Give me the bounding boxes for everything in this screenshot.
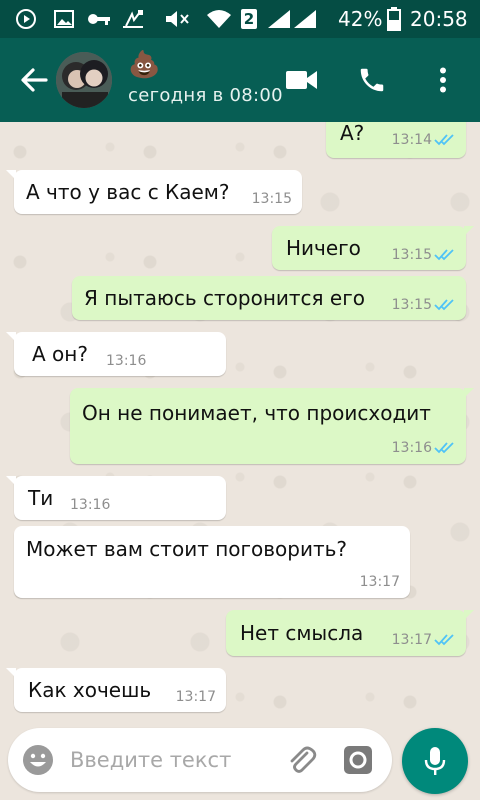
message-text: А? xyxy=(340,122,365,145)
message-text: Ти xyxy=(28,486,54,510)
signal-icon xyxy=(266,8,320,30)
message-time: 13:15 xyxy=(391,247,432,263)
message-meta: 13:16 xyxy=(106,353,146,369)
read-ticks-icon xyxy=(434,248,456,262)
battery-icon xyxy=(386,7,402,31)
message-meta: 13:17 xyxy=(176,689,216,705)
message-time: 13:15 xyxy=(391,297,432,313)
message-meta: 13:15 xyxy=(392,297,456,313)
play-icon xyxy=(14,8,38,30)
back-arrow-icon xyxy=(21,68,48,92)
message-text: Ничего xyxy=(286,236,361,260)
wifi-icon xyxy=(206,8,232,30)
message-outgoing[interactable]: Я пытаюсь сторонится его 13:15 xyxy=(72,276,466,320)
attach-button[interactable] xyxy=(284,742,320,778)
bubble-tail xyxy=(6,170,16,180)
message-meta: 13:15 xyxy=(252,191,292,207)
bubble-tail xyxy=(6,668,16,678)
compose-bar xyxy=(0,722,480,800)
message-incoming[interactable]: Может вам стоит поговорить? 13:17 xyxy=(14,526,410,598)
message-text: А он? xyxy=(32,342,88,366)
status-bar: 2 42% 20:58 xyxy=(0,0,480,38)
bubble-tail xyxy=(464,226,474,236)
message-outgoing[interactable]: А? 13:14 xyxy=(326,122,466,158)
message-time: 13:17 xyxy=(175,689,216,705)
message-text: Нет смысла xyxy=(240,621,364,645)
last-seen-status: сегодня в 08:00 xyxy=(128,85,283,106)
phone-icon xyxy=(360,68,384,92)
message-time: 13:17 xyxy=(359,574,400,590)
message-outgoing[interactable]: Нет смысла 13:17 xyxy=(226,610,474,656)
message-meta: 13:14 xyxy=(392,132,456,148)
bubble-tail xyxy=(464,610,474,620)
compose-field[interactable] xyxy=(8,728,392,792)
microphone-icon xyxy=(424,747,446,775)
message-input[interactable] xyxy=(70,742,270,778)
message-incoming[interactable]: Ти 13:16 xyxy=(6,476,226,520)
contact-photo xyxy=(56,52,112,108)
bubble-tail xyxy=(464,388,474,398)
avatar[interactable] xyxy=(56,52,112,108)
message-text: Я пытаюсь сторонится его xyxy=(84,286,365,310)
message-time: 13:15 xyxy=(251,191,292,207)
message-text: А что у вас с Каем? xyxy=(26,180,230,204)
chat-header: 💩 сегодня в 08:00 xyxy=(0,38,480,122)
back-button[interactable] xyxy=(14,62,54,98)
message-text: Может вам стоит поговорить? xyxy=(26,537,348,561)
message-meta: 13:16 xyxy=(70,497,110,513)
message-time: 13:14 xyxy=(391,132,432,148)
contact-name[interactable]: 💩 xyxy=(128,50,160,80)
message-incoming[interactable]: А что у вас с Каем? 13:15 xyxy=(6,170,302,214)
message-meta: 13:16 xyxy=(392,440,456,456)
message-time: 13:16 xyxy=(391,440,432,456)
message-incoming[interactable]: А он? 13:16 xyxy=(6,332,226,376)
read-ticks-icon xyxy=(434,298,456,312)
bubble-tail xyxy=(6,476,16,486)
mute-icon xyxy=(162,8,192,30)
camera-button[interactable] xyxy=(340,742,376,778)
paperclip-icon xyxy=(290,746,317,773)
message-text: Он не понимает, что происходит xyxy=(82,401,431,425)
battery-percent: 42% xyxy=(338,7,383,31)
usb-icon xyxy=(120,8,146,30)
sim-label: 2 xyxy=(243,10,255,28)
message-outgoing[interactable]: Он не понимает, что происходит 13:16 xyxy=(70,388,474,464)
voice-record-button[interactable] xyxy=(402,728,468,794)
read-ticks-icon xyxy=(434,633,456,647)
read-ticks-icon xyxy=(434,441,456,455)
sim-icon: 2 xyxy=(240,8,258,30)
message-time: 13:16 xyxy=(70,497,111,513)
message-time: 13:17 xyxy=(391,632,432,648)
smiley-icon xyxy=(23,745,53,775)
message-meta: 13:17 xyxy=(392,632,456,648)
message-incoming[interactable]: Как хочешь 13:17 xyxy=(6,668,226,712)
key-icon xyxy=(86,8,112,30)
message-meta: 13:17 xyxy=(360,574,400,590)
bubble-tail xyxy=(6,332,16,342)
message-list[interactable]: А? 13:14 А что у вас с Каем? 13:15 Ничег… xyxy=(0,122,480,722)
clock: 20:58 xyxy=(410,7,468,31)
emoji-button[interactable] xyxy=(20,742,56,778)
message-meta: 13:15 xyxy=(392,247,456,263)
message-outgoing[interactable]: Ничего 13:15 xyxy=(272,226,474,270)
video-call-button[interactable] xyxy=(282,60,322,100)
message-time: 13:16 xyxy=(106,353,147,369)
more-vert-icon xyxy=(440,67,446,93)
image-icon xyxy=(52,8,76,30)
more-options-button[interactable] xyxy=(428,60,458,100)
video-camera-icon xyxy=(286,71,317,89)
voice-call-button[interactable] xyxy=(352,60,392,100)
read-ticks-icon xyxy=(434,133,456,147)
camera-icon xyxy=(344,746,372,774)
message-text: Как хочешь xyxy=(28,678,152,702)
